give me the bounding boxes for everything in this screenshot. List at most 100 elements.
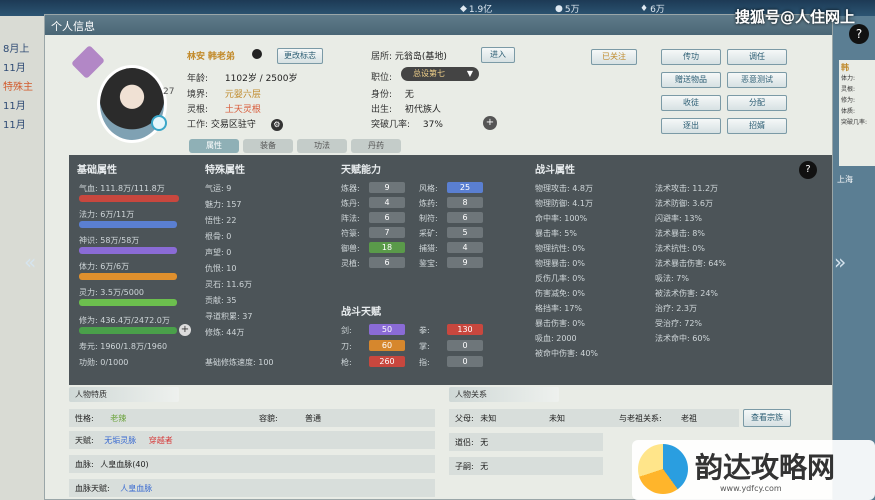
combat-attr-left: 物理攻击: 4.8万 (535, 184, 593, 193)
action-button-6[interactable]: 分配 (727, 95, 787, 111)
attributes-help-icon[interactable]: ? (799, 161, 817, 179)
basic-row: 法力: 6万/11万 (79, 210, 135, 219)
right-bottom-label: 上海 (837, 175, 853, 184)
tab-skills[interactable]: 功法 (297, 139, 347, 153)
help-icon[interactable]: ? (849, 24, 869, 44)
add-icon[interactable]: + (483, 116, 497, 130)
combat-attr-left: 被命中伤害: 40% (535, 349, 599, 358)
special-row: 魅力: 157 (205, 200, 242, 209)
rename-button[interactable]: 更改标志 (277, 48, 323, 64)
talents-grid-left-value: 9 (369, 182, 405, 193)
spirit-sense-bar (79, 247, 177, 254)
talents-grid-right-value: 9 (447, 257, 483, 268)
action-button-7[interactable]: 逐出 (661, 118, 721, 134)
combat-attr-left: 物理防御: 4.1万 (535, 199, 593, 208)
residence-value: 元翁岛(基地) (394, 52, 447, 62)
hp-bar (79, 195, 179, 202)
ancestor-relation-label: 与老祖关系: (619, 414, 662, 423)
right-box-row: 修为: (841, 97, 856, 104)
combat-attr-right: 法术暴击: 8% (655, 229, 705, 238)
action-button-5[interactable]: 收徒 (661, 95, 721, 111)
basic-row: 神识: 58万/58万 (79, 236, 140, 245)
realm-value: 元婴六层 (224, 90, 261, 100)
special-row: 仇恨: 10 (205, 264, 237, 273)
birth-value: 初代族人 (404, 105, 441, 115)
stone-icon: ◆ (460, 3, 467, 14)
action-button-4[interactable]: 恶意测试 (727, 72, 787, 88)
site-logo-icon (638, 444, 688, 494)
combat-attr-right: 吸法: 7% (655, 274, 689, 283)
basic-row: 功勋: 0/1000 (79, 358, 129, 367)
talents-grid-left-label: 灵植: (341, 259, 360, 268)
ancestor-relation-value: 老祖 (681, 414, 697, 423)
site-logo-text: 韵达攻略网 (695, 451, 836, 484)
talents-grid-left-label: 御兽: (341, 244, 360, 253)
person-row-4: 血脉天赋: 人皇血脉 (69, 479, 435, 497)
action-button-2[interactable]: 调任 (727, 49, 787, 65)
char-name-prefix: 林安 (187, 52, 206, 62)
basic-row: 灵力: 3.5万/5000 (79, 288, 145, 297)
identity-label: 身份: (371, 90, 393, 100)
action-button-8[interactable]: 招婿 (727, 118, 787, 134)
tab-pills[interactable]: 丹药 (351, 139, 401, 153)
work-settings-icon[interactable]: ⚙ (270, 119, 283, 131)
tab-equipment[interactable]: 装备 (243, 139, 293, 153)
birth-row: 出生: 初代族人 (371, 102, 441, 115)
talents-grid-left-value: 18 (369, 242, 405, 253)
char-name: 韩老弟 (207, 52, 235, 62)
basic-row: 体力: 6万/6万 (79, 262, 130, 271)
talents-grid-right-value: 6 (447, 212, 483, 223)
relation-row-2: 道侣: 无 (449, 433, 603, 451)
talent-value-1: 无垢灵脉 (104, 436, 137, 445)
right-box-row: 突破几率: (841, 119, 868, 126)
special-row: 声望: 0 (205, 248, 232, 257)
talents-grid-left-label: 炼器: (341, 184, 360, 193)
special-attr-title: 特殊属性 (205, 165, 245, 176)
enter-button[interactable]: 进入 (481, 47, 515, 63)
tab-bar: 属性 装备 功法 丹药 (189, 139, 401, 153)
avatar (97, 65, 167, 143)
add-cultivation-icon[interactable]: + (179, 324, 191, 336)
prev-character-arrow[interactable]: « (24, 250, 36, 274)
next-character-arrow[interactable]: » (834, 250, 846, 274)
basic-attr-title: 基础属性 (77, 165, 117, 176)
special-row: 寻道积累: 37 (205, 312, 253, 321)
action-button-3[interactable]: 赠送物品 (661, 72, 721, 88)
work-row: 工作: 交易区驻守 ⚙ (187, 117, 283, 131)
chevron-down-icon: ▼ (466, 69, 473, 78)
combat-attr-right: 治疗: 2.3万 (655, 304, 697, 313)
site-logo-url: www.ydfcy.com (720, 484, 782, 493)
position-select[interactable]: 总设第七 ▼ (401, 67, 479, 81)
tab-attributes[interactable]: 属性 (189, 139, 239, 153)
identity-value: 无 (404, 90, 414, 100)
left-calendar-strip: 8月上 11月 特殊主 11月 11月 (0, 16, 44, 500)
spouse-value: 无 (480, 438, 489, 447)
action-button-1[interactable]: 传功 (661, 49, 721, 65)
coin-icon: ● (555, 3, 563, 14)
gender-icon (251, 49, 262, 59)
combat-grid-right-label: 掌: (419, 342, 430, 351)
combat-grid-left-label: 刀: (341, 342, 352, 351)
position-row: 职位: (371, 70, 392, 83)
age-label: 年龄: (187, 74, 209, 84)
combat-grid-right-label: 拳: (419, 326, 430, 335)
residence-label: 居所: (371, 52, 393, 62)
breakthrough-label: 突破几率: (371, 120, 411, 130)
view-clan-button[interactable]: 查看宗族 (743, 409, 791, 427)
left-item: 11月 (3, 63, 26, 74)
gem-icon[interactable] (151, 115, 167, 131)
talents-grid-right-value: 4 (447, 242, 483, 253)
char-name-row: 林安 韩老弟 (187, 49, 262, 62)
talent-label: 天赋: (75, 436, 94, 445)
combat-attr-right: 闪避率: 13% (655, 214, 703, 223)
personality-value: 老辣 (110, 414, 127, 423)
personality-label: 性格: (75, 414, 94, 423)
follow-button[interactable]: 已关注 (591, 49, 637, 65)
breakthrough-value: 37% (422, 120, 443, 130)
talents-grid-left-label: 符箓: (341, 229, 360, 238)
combat-grid-left-value: 50 (369, 324, 405, 335)
position-value: 总设第七 (413, 69, 445, 78)
breakthrough-row: 突破几率: 37% (371, 117, 443, 130)
birth-label: 出生: (371, 105, 393, 115)
left-item: 特殊主 (3, 82, 33, 93)
